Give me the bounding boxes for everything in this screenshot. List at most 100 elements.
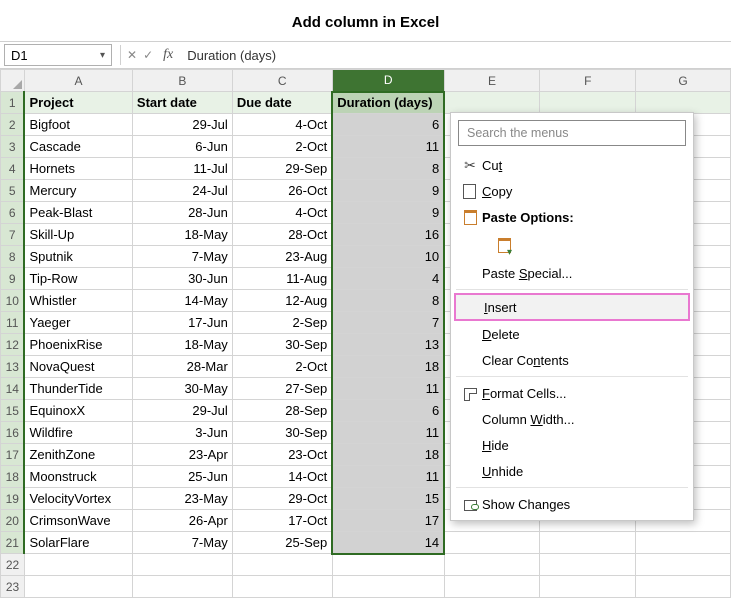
- cell-D22[interactable]: [332, 554, 444, 576]
- row-header-15[interactable]: 15: [1, 400, 25, 422]
- cell-A23[interactable]: [24, 576, 132, 598]
- cell-A19[interactable]: VelocityVortex: [24, 488, 132, 510]
- cell-A14[interactable]: ThunderTide: [24, 378, 132, 400]
- header-cell-F[interactable]: [540, 92, 636, 114]
- cell-D9[interactable]: 4: [332, 268, 444, 290]
- cell-D16[interactable]: 11: [332, 422, 444, 444]
- cell-B21[interactable]: 7-May: [132, 532, 232, 554]
- row-header-2[interactable]: 2: [1, 114, 25, 136]
- cell-D18[interactable]: 11: [332, 466, 444, 488]
- cell-E21[interactable]: [444, 532, 540, 554]
- cell-B18[interactable]: 25-Jun: [132, 466, 232, 488]
- row-header-19[interactable]: 19: [1, 488, 25, 510]
- header-cell-C[interactable]: Due date: [232, 92, 332, 114]
- col-header-C[interactable]: C: [232, 70, 332, 92]
- cell-C5[interactable]: 26-Oct: [232, 180, 332, 202]
- cell-A17[interactable]: ZenithZone: [24, 444, 132, 466]
- select-all-corner[interactable]: [1, 70, 25, 92]
- cell-C21[interactable]: 25-Sep: [232, 532, 332, 554]
- col-header-B[interactable]: B: [132, 70, 232, 92]
- row-header-21[interactable]: 21: [1, 532, 25, 554]
- cell-B20[interactable]: 26-Apr: [132, 510, 232, 532]
- cell-D4[interactable]: 8: [332, 158, 444, 180]
- row-header-6[interactable]: 6: [1, 202, 25, 224]
- cell-B4[interactable]: 11-Jul: [132, 158, 232, 180]
- cell-B11[interactable]: 17-Jun: [132, 312, 232, 334]
- accept-formula-icon[interactable]: ✓: [139, 48, 157, 62]
- cell-D2[interactable]: 6: [332, 114, 444, 136]
- row-header-18[interactable]: 18: [1, 466, 25, 488]
- row-header-16[interactable]: 16: [1, 422, 25, 444]
- cell-D17[interactable]: 18: [332, 444, 444, 466]
- cell-D12[interactable]: 13: [332, 334, 444, 356]
- cell-C11[interactable]: 2-Sep: [232, 312, 332, 334]
- cell-C8[interactable]: 23-Aug: [232, 246, 332, 268]
- cell-B19[interactable]: 23-May: [132, 488, 232, 510]
- col-header-A[interactable]: A: [24, 70, 132, 92]
- cell-A9[interactable]: Tip-Row: [24, 268, 132, 290]
- cell-A20[interactable]: CrimsonWave: [24, 510, 132, 532]
- row-header-10[interactable]: 10: [1, 290, 25, 312]
- cell-C19[interactable]: 29-Oct: [232, 488, 332, 510]
- cell-D20[interactable]: 17: [332, 510, 444, 532]
- cell-B9[interactable]: 30-Jun: [132, 268, 232, 290]
- cell-B13[interactable]: 28-Mar: [132, 356, 232, 378]
- name-box[interactable]: D1 ▾: [4, 44, 112, 66]
- cell-C7[interactable]: 28-Oct: [232, 224, 332, 246]
- cell-B8[interactable]: 7-May: [132, 246, 232, 268]
- cell-D19[interactable]: 15: [332, 488, 444, 510]
- name-box-chevron-icon[interactable]: ▾: [100, 50, 105, 61]
- cell-A8[interactable]: Sputnik: [24, 246, 132, 268]
- cell-B5[interactable]: 24-Jul: [132, 180, 232, 202]
- cell-D10[interactable]: 8: [332, 290, 444, 312]
- cell-A18[interactable]: Moonstruck: [24, 466, 132, 488]
- cell-G22[interactable]: [636, 554, 731, 576]
- row-header-11[interactable]: 11: [1, 312, 25, 334]
- cell-C15[interactable]: 28-Sep: [232, 400, 332, 422]
- cell-C23[interactable]: [232, 576, 332, 598]
- row-header-20[interactable]: 20: [1, 510, 25, 532]
- cell-A16[interactable]: Wildfire: [24, 422, 132, 444]
- cell-A12[interactable]: PhoenixRise: [24, 334, 132, 356]
- cell-B23[interactable]: [132, 576, 232, 598]
- cell-A22[interactable]: [24, 554, 132, 576]
- cell-C4[interactable]: 29-Sep: [232, 158, 332, 180]
- menu-paste-special[interactable]: Paste Special...: [454, 260, 690, 286]
- cell-C3[interactable]: 2-Oct: [232, 136, 332, 158]
- menu-delete[interactable]: Delete: [454, 321, 690, 347]
- cell-C2[interactable]: 4-Oct: [232, 114, 332, 136]
- cell-B15[interactable]: 29-Jul: [132, 400, 232, 422]
- menu-hide[interactable]: Hide: [454, 432, 690, 458]
- row-header-13[interactable]: 13: [1, 356, 25, 378]
- cell-C14[interactable]: 27-Sep: [232, 378, 332, 400]
- cell-A5[interactable]: Mercury: [24, 180, 132, 202]
- row-header-23[interactable]: 23: [1, 576, 25, 598]
- cell-G21[interactable]: [636, 532, 731, 554]
- menu-format-cells[interactable]: Format Cells...: [454, 380, 690, 406]
- cell-A7[interactable]: Skill-Up: [24, 224, 132, 246]
- menu-show-changes[interactable]: Show Changes: [454, 491, 690, 517]
- cell-C18[interactable]: 14-Oct: [232, 466, 332, 488]
- cell-E22[interactable]: [444, 554, 540, 576]
- cell-D8[interactable]: 10: [332, 246, 444, 268]
- cell-C13[interactable]: 2-Oct: [232, 356, 332, 378]
- row-header-12[interactable]: 12: [1, 334, 25, 356]
- cell-D6[interactable]: 9: [332, 202, 444, 224]
- cell-B14[interactable]: 30-May: [132, 378, 232, 400]
- header-cell-E[interactable]: [444, 92, 540, 114]
- menu-clear-contents[interactable]: Clear Contents: [454, 347, 690, 373]
- menu-cut[interactable]: Cut: [454, 152, 690, 178]
- cell-C6[interactable]: 4-Oct: [232, 202, 332, 224]
- cell-A3[interactable]: Cascade: [24, 136, 132, 158]
- cell-F21[interactable]: [540, 532, 636, 554]
- col-header-E[interactable]: E: [444, 70, 540, 92]
- cell-D3[interactable]: 11: [332, 136, 444, 158]
- cell-B17[interactable]: 23-Apr: [132, 444, 232, 466]
- header-cell-A[interactable]: Project: [24, 92, 132, 114]
- cell-G23[interactable]: [636, 576, 731, 598]
- cell-B3[interactable]: 6-Jun: [132, 136, 232, 158]
- row-header-14[interactable]: 14: [1, 378, 25, 400]
- cell-D14[interactable]: 11: [332, 378, 444, 400]
- cell-B7[interactable]: 18-May: [132, 224, 232, 246]
- formula-bar-text[interactable]: Duration (days): [179, 48, 276, 63]
